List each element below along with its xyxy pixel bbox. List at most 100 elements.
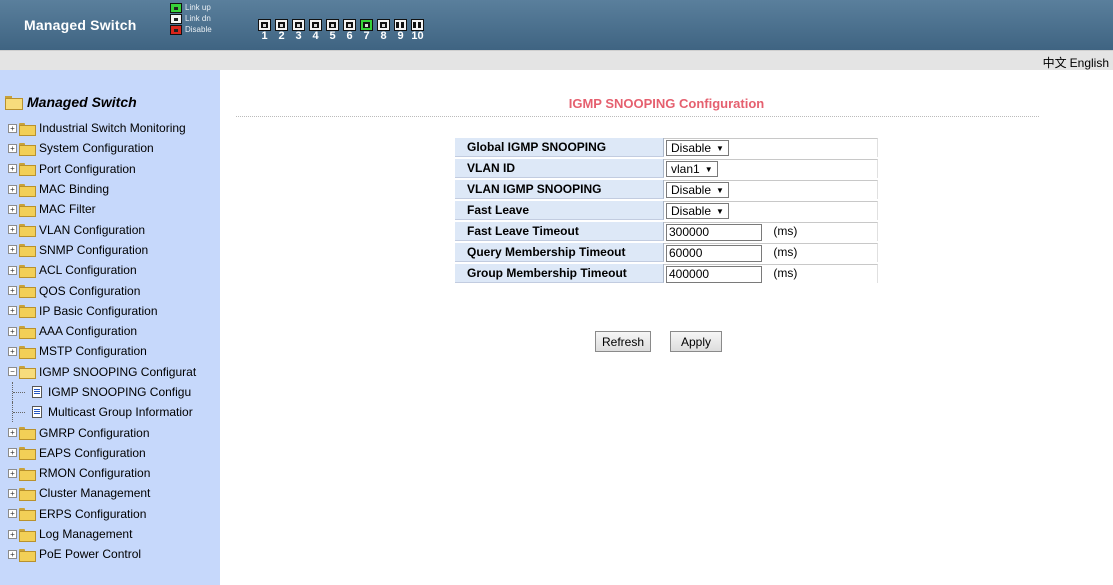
expand-plus-icon[interactable]: +: [8, 123, 17, 133]
global-igmp-snooping-select[interactable]: Disable ▼: [666, 140, 729, 156]
sidebar-item-acl-configuration[interactable]: + ACL Configuration: [8, 260, 220, 280]
expand-plus-icon[interactable]: +: [8, 245, 17, 255]
query-membership-timeout-input[interactable]: [666, 244, 762, 262]
port-5[interactable]: 5: [325, 19, 340, 42]
expand-plus-icon[interactable]: +: [8, 428, 17, 438]
document-icon: [32, 406, 42, 419]
sidebar-item-mstp-configuration[interactable]: + MSTP Configuration: [8, 341, 220, 361]
port-9[interactable]: 9: [393, 19, 408, 42]
port-10[interactable]: 10: [410, 19, 425, 42]
sidebar-item-poe-power-control[interactable]: + PoE Power Control: [8, 544, 220, 564]
row-group-membership-timeout: Group Membership Timeout (ms): [455, 264, 878, 283]
sidebar-item-label: PoE Power Control: [39, 547, 142, 562]
collapse-minus-icon[interactable]: −: [8, 367, 17, 377]
expand-plus-icon[interactable]: +: [8, 509, 17, 519]
refresh-button[interactable]: Refresh: [595, 331, 652, 352]
folder-icon: [19, 528, 36, 542]
port-7[interactable]: 7: [359, 19, 374, 42]
field-label: Fast Leave Timeout: [455, 222, 664, 241]
lang-chinese-link[interactable]: 中文: [1043, 56, 1067, 70]
row-global-igmp-snooping: Global IGMP SNOOPING Disable ▼: [455, 138, 878, 157]
sidebar-item-label: ACL Configuration: [39, 263, 137, 278]
expand-plus-icon[interactable]: +: [8, 529, 17, 539]
port-number: 2: [278, 30, 285, 42]
expand-plus-icon[interactable]: +: [8, 286, 17, 296]
expand-plus-icon[interactable]: +: [8, 184, 17, 194]
fiber-port-icon: [394, 19, 407, 31]
folder-icon: [19, 508, 36, 522]
sidebar-item-label: IP Basic Configuration: [39, 303, 158, 318]
folder-icon: [19, 548, 36, 562]
legend-disable-label: Disable: [185, 25, 212, 34]
ethernet-port-icon: [343, 19, 356, 31]
row-vlan-igmp-snooping: VLAN IGMP SNOOPING Disable ▼: [455, 180, 878, 199]
sidebar-item-aaa-configuration[interactable]: + AAA Configuration: [8, 321, 220, 341]
expand-plus-icon[interactable]: +: [8, 488, 17, 498]
port-4[interactable]: 4: [308, 19, 323, 42]
folder-icon: [19, 244, 36, 258]
group-membership-timeout-input[interactable]: [666, 265, 762, 283]
expand-plus-icon[interactable]: +: [8, 164, 17, 174]
expand-plus-icon[interactable]: +: [8, 549, 17, 559]
field-label: Global IGMP SNOOPING: [455, 138, 664, 157]
folder-icon: [19, 122, 36, 136]
fast-leave-timeout-input[interactable]: [666, 223, 762, 241]
apply-button[interactable]: Apply: [670, 331, 723, 352]
sidebar-item-label: SNMP Configuration: [39, 242, 149, 257]
sidebar-item-rmon-configuration[interactable]: + RMON Configuration: [8, 463, 220, 483]
sidebar-item-system-configuration[interactable]: + System Configuration: [8, 138, 220, 158]
sidebar-item-erps-configuration[interactable]: + ERPS Configuration: [8, 504, 220, 524]
open-folder-icon: [5, 95, 23, 110]
port-number: 7: [363, 30, 370, 42]
sidebar-item-vlan-configuration[interactable]: + VLAN Configuration: [8, 219, 220, 239]
expand-plus-icon[interactable]: +: [8, 204, 17, 214]
sidebar-root[interactable]: Managed Switch: [5, 94, 137, 110]
select-value: Disable: [671, 141, 712, 155]
port-1[interactable]: 1: [257, 19, 272, 42]
expand-plus-icon[interactable]: +: [8, 306, 17, 316]
port-8[interactable]: 8: [376, 19, 391, 42]
sidebar-item-qos-configuration[interactable]: + QOS Configuration: [8, 280, 220, 300]
lang-english-link[interactable]: English: [1070, 56, 1109, 70]
expand-plus-icon[interactable]: +: [8, 468, 17, 478]
sidebar-item-gmrp-configuration[interactable]: + GMRP Configuration: [8, 422, 220, 442]
sidebar-subitem-igmp-snooping-config[interactable]: IGMP SNOOPING Configu: [8, 381, 220, 403]
expand-plus-icon[interactable]: +: [8, 448, 17, 458]
sidebar-item-label: EAPS Configuration: [39, 445, 146, 460]
sidebar-item-label: RMON Configuration: [39, 466, 151, 481]
sidebar-item-snmp-configuration[interactable]: + SNMP Configuration: [8, 240, 220, 260]
folder-icon: [19, 142, 36, 156]
language-links: 中文 English: [1040, 54, 1109, 71]
port-number: 9: [397, 30, 404, 42]
sidebar-item-industrial-switch-monitoring[interactable]: + Industrial Switch Monitoring: [8, 118, 220, 138]
sidebar-item-eaps-configuration[interactable]: + EAPS Configuration: [8, 443, 220, 463]
fast-leave-select[interactable]: Disable ▼: [666, 203, 729, 219]
sidebar-item-label: System Configuration: [39, 141, 154, 156]
sidebar-item-cluster-management[interactable]: + Cluster Management: [8, 483, 220, 503]
unit-label: (ms): [773, 224, 798, 239]
sidebar-item-mac-filter[interactable]: + MAC Filter: [8, 199, 220, 219]
port-3[interactable]: 3: [291, 19, 306, 42]
sidebar-item-label: QOS Configuration: [39, 283, 141, 298]
vlan-igmp-snooping-select[interactable]: Disable ▼: [666, 182, 729, 198]
expand-plus-icon[interactable]: +: [8, 143, 17, 153]
page-title: IGMP SNOOPING Configuration: [568, 96, 765, 111]
expand-plus-icon[interactable]: +: [8, 346, 17, 356]
port-number: 10: [411, 30, 424, 42]
sidebar-item-port-configuration[interactable]: + Port Configuration: [8, 159, 220, 179]
port-number: 5: [329, 30, 336, 42]
sidebar-item-label: Industrial Switch Monitoring: [39, 121, 186, 136]
sidebar-subitem-multicast-group-information[interactable]: Multicast Group Informatior: [8, 402, 220, 423]
expand-plus-icon[interactable]: +: [8, 225, 17, 235]
expand-plus-icon[interactable]: +: [8, 265, 17, 275]
sidebar-item-log-management[interactable]: + Log Management: [8, 524, 220, 544]
vlan-id-select[interactable]: vlan1 ▼: [666, 161, 718, 177]
port-6[interactable]: 6: [342, 19, 357, 42]
port-2[interactable]: 2: [274, 19, 289, 42]
folder-icon: [19, 264, 36, 278]
sidebar-item-ip-basic-configuration[interactable]: + IP Basic Configuration: [8, 301, 220, 321]
sidebar-item-label: GMRP Configuration: [39, 425, 150, 440]
sidebar-item-igmp-snooping-configuration[interactable]: − IGMP SNOOPING Configurat: [8, 362, 220, 382]
expand-plus-icon[interactable]: +: [8, 326, 17, 336]
sidebar-item-mac-binding[interactable]: + MAC Binding: [8, 179, 220, 199]
